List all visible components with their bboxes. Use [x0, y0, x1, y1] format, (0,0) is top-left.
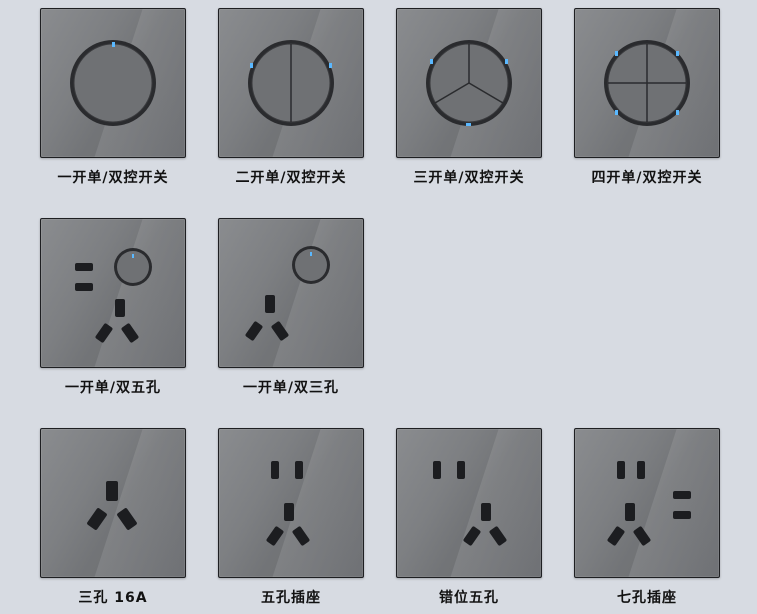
three-gang-switch-icon	[426, 40, 512, 126]
switch-three-hole-socket-icon	[245, 246, 330, 341]
panel	[396, 428, 542, 578]
product-label: 一开单/双五孔	[64, 380, 162, 396]
product-label: 三孔 16A	[78, 590, 148, 606]
panel	[40, 428, 186, 578]
product-label: 五孔插座	[261, 590, 321, 606]
panel	[218, 8, 364, 158]
panel	[574, 428, 720, 578]
panel	[218, 428, 364, 578]
offset-five-hole-socket-icon	[433, 461, 507, 546]
panel	[218, 218, 364, 368]
one-gang-switch-icon	[70, 40, 156, 126]
product-label: 三开单/双控开关	[413, 170, 525, 186]
three-hole-16a-socket-icon	[87, 481, 137, 530]
panel	[574, 8, 720, 158]
panel	[396, 8, 542, 158]
switch-five-hole-socket-icon	[75, 248, 152, 343]
product-label: 四开单/双控开关	[591, 170, 703, 186]
four-gang-switch-icon	[604, 40, 690, 126]
product-label: 错位五孔	[439, 590, 499, 606]
product-label: 一开单/双三孔	[242, 380, 340, 396]
five-hole-socket-icon	[266, 461, 310, 546]
product-label: 七孔插座	[617, 590, 677, 606]
product-label: 一开单/双控开关	[57, 170, 169, 186]
panel	[40, 8, 186, 158]
two-gang-switch-icon	[248, 40, 334, 126]
panel	[40, 218, 186, 368]
seven-hole-socket-icon	[607, 461, 691, 546]
product-label: 二开单/双控开关	[235, 170, 347, 186]
